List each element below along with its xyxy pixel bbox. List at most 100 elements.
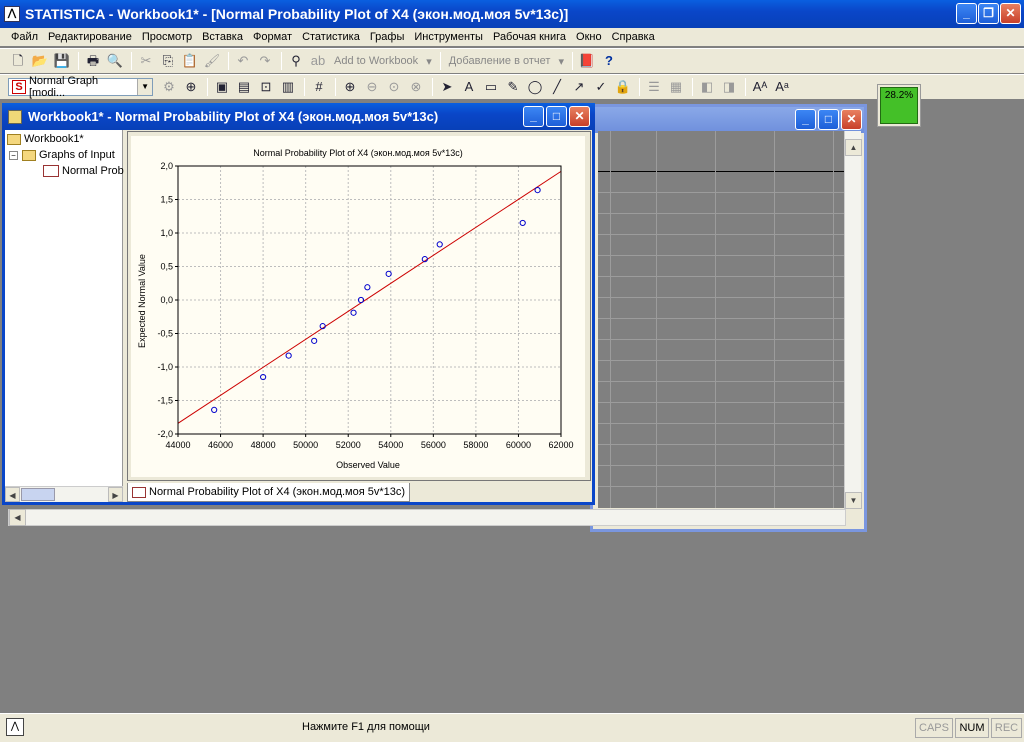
vertical-scrollbar[interactable]: ▲ ▼: [844, 131, 862, 509]
toolbar-separator: [692, 78, 693, 96]
add-to-workbook-button[interactable]: Add to Workbook: [330, 55, 422, 67]
grid-line: [598, 276, 844, 277]
font-decrease-icon[interactable]: Aᵃ: [772, 77, 792, 97]
grid-line: [833, 131, 834, 508]
add-to-report-dropdown-icon[interactable]: ▾: [554, 55, 568, 68]
workbook-icon: [8, 109, 22, 124]
undo-icon[interactable]: ↶: [233, 51, 253, 71]
book-icon[interactable]: 📕: [577, 51, 597, 71]
tab-normal-probability-plot[interactable]: Normal Probability Plot of X4 (экон.мод.…: [127, 483, 410, 502]
ellipse-tool-icon[interactable]: ◯: [525, 77, 545, 97]
close-icon[interactable]: ✕: [569, 106, 590, 127]
menu-workbook[interactable]: Рабочая книга: [488, 31, 571, 43]
send-back-icon[interactable]: ◨: [719, 77, 739, 97]
print-icon[interactable]: 🖶: [83, 51, 103, 71]
text-tool-icon[interactable]: A: [459, 77, 479, 97]
save-icon[interactable]: 💾: [52, 51, 72, 71]
spreadsheet-grid[interactable]: [598, 131, 844, 508]
restore-icon[interactable]: ❐: [978, 3, 999, 24]
pointer-icon[interactable]: ➤: [437, 77, 457, 97]
horizontal-scrollbar[interactable]: ◀: [8, 509, 846, 526]
zoom-reset-icon[interactable]: ⊙: [384, 77, 404, 97]
zoom-in-icon[interactable]: ⊕: [340, 77, 360, 97]
toolbar-separator: [335, 78, 336, 96]
add-to-workbook-dropdown-icon[interactable]: ▾: [422, 55, 436, 68]
collapse-icon[interactable]: −: [9, 150, 18, 160]
tree-node-graphs[interactable]: − Graphs of Input: [9, 147, 115, 163]
bring-front-icon[interactable]: ◧: [697, 77, 717, 97]
chevron-down-icon[interactable]: ▼: [137, 79, 153, 95]
y-tick-label: 0,5: [160, 262, 173, 272]
toolbar-separator: [439, 52, 441, 70]
distribute-icon[interactable]: ▦: [666, 77, 686, 97]
menu-file[interactable]: Файл: [6, 31, 43, 43]
x-tick-label: 48000: [251, 440, 276, 450]
menu-view[interactable]: Просмотр: [137, 31, 197, 43]
print-preview-icon[interactable]: 🔍: [105, 51, 125, 71]
menu-statistics[interactable]: Статистика: [297, 31, 365, 43]
toolbar-separator: [78, 52, 79, 70]
data-point: [350, 309, 357, 316]
check-tool-icon[interactable]: ✓: [591, 77, 611, 97]
close-icon[interactable]: ✕: [1000, 3, 1021, 24]
close-icon[interactable]: ✕: [841, 109, 862, 130]
scroll-down-icon[interactable]: ▼: [845, 492, 862, 509]
y-tick-label: 1,0: [160, 228, 173, 238]
menu-format[interactable]: Формат: [248, 31, 297, 43]
zoom-clear-icon[interactable]: ⊗: [406, 77, 426, 97]
menu-window[interactable]: Окно: [571, 31, 607, 43]
arrow-tool-icon[interactable]: ↗: [569, 77, 589, 97]
scroll-left-icon[interactable]: ◀: [9, 509, 26, 526]
graph-layout-icon[interactable]: ⊡: [256, 77, 276, 97]
normal-probability-chart[interactable]: Normal Probability Plot of X4 (экон.мод.…: [131, 136, 585, 477]
replace-icon[interactable]: ab: [308, 51, 328, 71]
rectangle-tool-icon[interactable]: ▭: [481, 77, 501, 97]
lock-icon[interactable]: 🔒: [613, 77, 633, 97]
menu-tools[interactable]: Инструменты: [409, 31, 488, 43]
graph-type-select[interactable]: S Normal Graph [modi... ▼: [8, 75, 153, 99]
grid-line: [598, 234, 844, 235]
minimize-icon[interactable]: _: [523, 106, 544, 127]
format-painter-icon[interactable]: 🖌: [202, 51, 222, 71]
graph-paper[interactable]: Normal Probability Plot of X4 (экон.мод.…: [131, 136, 585, 477]
minimize-icon[interactable]: _: [956, 3, 977, 24]
paste-icon[interactable]: 📋: [180, 51, 200, 71]
zoom-out-icon[interactable]: ⊖: [362, 77, 382, 97]
menu-graphs[interactable]: Графы: [365, 31, 410, 43]
menu-help[interactable]: Справка: [607, 31, 660, 43]
graph-data-icon[interactable]: ▤: [234, 77, 254, 97]
menu-bar: Файл Редактирование Просмотр Вставка Фор…: [0, 28, 1024, 46]
help-pointer-icon[interactable]: ?: [599, 51, 619, 71]
redo-icon[interactable]: ↷: [255, 51, 275, 71]
tree-node-graph-item[interactable]: Normal Prob: [43, 163, 124, 179]
minimize-icon[interactable]: _: [795, 109, 816, 130]
font-increase-icon[interactable]: Aᴬ: [750, 77, 770, 97]
add-to-report-button[interactable]: Добавление в отчет: [445, 55, 555, 67]
tree-horizontal-scrollbar[interactable]: ◀ ▶: [5, 486, 123, 502]
cut-icon[interactable]: ✂: [136, 51, 156, 71]
scroll-thumb[interactable]: [21, 488, 55, 501]
polyline-tool-icon[interactable]: ✎: [503, 77, 523, 97]
new-icon[interactable]: 🗋: [8, 51, 28, 71]
copy-icon[interactable]: ⎘: [158, 51, 178, 71]
line-tool-icon[interactable]: ╱: [547, 77, 567, 97]
zoom-tool-icon[interactable]: ⊕: [181, 77, 201, 97]
tree-node-workbook[interactable]: Workbook1*: [7, 131, 84, 147]
graph-options-icon[interactable]: ▣: [212, 77, 232, 97]
graph-style-icon[interactable]: ▥: [278, 77, 298, 97]
grid-icon[interactable]: #: [309, 77, 329, 97]
scroll-left-icon[interactable]: ◀: [5, 487, 20, 502]
find-icon[interactable]: ⚲: [286, 51, 306, 71]
maximize-icon[interactable]: □: [818, 109, 839, 130]
data-point: [519, 219, 526, 227]
scroll-right-icon[interactable]: ▶: [108, 487, 123, 502]
menu-insert[interactable]: Вставка: [197, 31, 248, 43]
align-icon[interactable]: ☰: [644, 77, 664, 97]
menu-edit[interactable]: Редактирование: [43, 31, 137, 43]
scroll-up-icon[interactable]: ▲: [845, 139, 862, 156]
data-point: [285, 352, 292, 359]
graph-icon: [43, 165, 59, 177]
maximize-icon[interactable]: □: [546, 106, 567, 127]
brushing-icon[interactable]: ⚙: [159, 77, 179, 97]
open-icon[interactable]: 📂: [30, 51, 50, 71]
